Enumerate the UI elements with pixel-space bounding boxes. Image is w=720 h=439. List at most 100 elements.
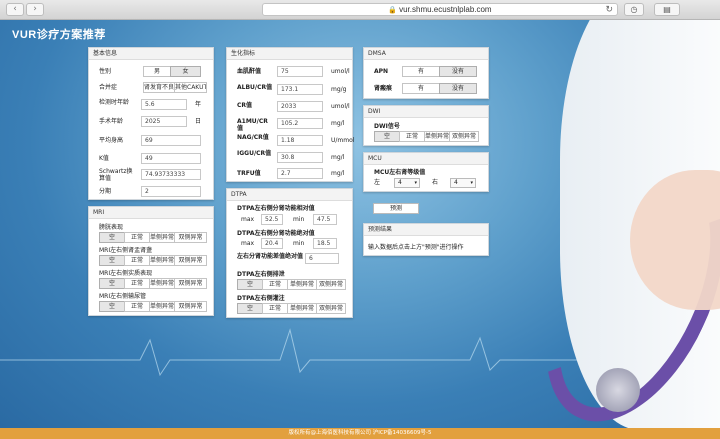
chevron-right-icon: › [33,4,37,14]
bio-input[interactable]: 105.2 [277,118,323,129]
address-bar[interactable]: 🔒 vur.shmu.ecustnlplab.com ↻ [262,3,618,16]
mcu-left-select[interactable]: 4 ▾ [394,178,420,188]
dtpa-abs-min-input[interactable]: 18.5 [313,238,337,249]
reload-icon[interactable]: ↻ [605,4,613,15]
url-text: vur.shmu.ecustnlplab.com [399,5,492,14]
bio-unit: umol/l [331,68,350,75]
forward-button[interactable]: › [26,3,44,16]
k-input[interactable]: 49 [141,153,201,164]
back-button[interactable]: ‹ [6,3,24,16]
option-empty[interactable]: 空 [99,255,125,266]
comorbid-option-cakut[interactable]: 其他CAKUT [174,82,207,93]
bio-label: CR值 [237,102,253,109]
stage-label: 分期 [99,188,112,195]
option-normal[interactable]: 正常 [262,279,288,290]
option-yes[interactable]: 有 [402,66,440,77]
bio-unit: U/mmol [331,137,355,144]
select-value: 4 [454,179,458,186]
bio-input[interactable]: 2033 [277,101,323,112]
mri-row-label: 膀胱表现 [99,224,124,231]
schwartz-input[interactable]: 74.93733333 [141,169,201,180]
bio-input[interactable]: 173.1 [277,84,323,95]
sex-option-male[interactable]: 男 [143,66,171,77]
panel-header: 生化指标 [227,48,352,60]
option-unilateral[interactable]: 单侧异常 [287,279,317,290]
bio-input[interactable]: 2.7 [277,168,323,179]
option-bilateral[interactable]: 双侧异常 [174,301,207,312]
mcu-right-select[interactable]: 4 ▾ [450,178,476,188]
mri-parenchyma-toggle: 空 正常 单侧异常 双侧异常 [99,278,207,289]
option-unilateral[interactable]: 单侧异常 [287,303,317,314]
result-panel: 预测结果 输入数据后点击上方"预测"进行操作 [363,223,489,256]
bio-input[interactable]: 1.18 [277,135,323,146]
max-label: max [241,216,255,223]
option-normal[interactable]: 正常 [399,131,425,142]
bio-unit: umol/l [331,103,350,110]
dtpa-fill-label: DTPA左右侧灌注 [237,295,285,302]
option-unilateral[interactable]: 单侧异常 [149,232,175,243]
history-button[interactable]: ◷ [624,3,644,16]
min-label: min [293,240,305,247]
option-unilateral[interactable]: 单侧异常 [149,278,175,289]
surgery-year-input[interactable]: 2025 [141,116,187,127]
dtpa-drain-toggle: 空 正常 单侧异常 双侧异常 [237,279,346,290]
option-empty[interactable]: 空 [374,131,400,142]
panel-header: 预测结果 [364,224,488,236]
dwi-signal-label: DWI信号 [374,123,400,130]
option-yes[interactable]: 有 [402,83,440,94]
bio-input[interactable]: 75 [277,66,323,77]
apn-toggle: 有 没有 [402,66,477,77]
option-bilateral[interactable]: 双侧异常 [316,303,346,314]
option-bilateral[interactable]: 双侧异常 [174,232,207,243]
option-empty[interactable]: 空 [99,278,125,289]
comorbid-option-dysplasia[interactable]: 肾发育不良 [143,82,175,93]
chevron-down-icon: ▾ [414,180,417,186]
schwartz-label: Schwartz换算值 [99,168,133,182]
mri-row-label: MRI左右侧输尿管 [99,293,147,300]
option-normal[interactable]: 正常 [124,232,150,243]
stage-input[interactable]: 2 [141,186,201,197]
dtpa-diff-input[interactable]: 6 [305,253,339,264]
mcu-left-label: 左 [374,179,381,186]
option-no[interactable]: 没有 [439,66,477,77]
print-button[interactable]: ▤ [654,3,680,16]
footer: 版权所有@上海佰医科技有限公司 沪ICP备14036609号-5 [0,428,720,439]
bio-label: IGGU/CR值 [237,150,272,157]
dtpa-func-min-input[interactable]: 47.5 [313,214,337,225]
panel-header: 基本信息 [89,48,213,60]
select-value: 4 [398,179,402,186]
age-label: 检测时年龄 [99,99,130,106]
bio-label: NAG/CR值 [237,134,269,141]
option-normal[interactable]: 正常 [124,255,150,266]
dtpa-func-max-input[interactable]: 52.5 [261,214,283,225]
option-normal[interactable]: 正常 [124,301,150,312]
option-empty[interactable]: 空 [99,301,125,312]
clock-icon: ◷ [630,5,638,14]
mcu-panel: MCU MCU左右肾等级值 左 4 ▾ 右 4 ▾ [363,152,489,192]
option-no[interactable]: 没有 [439,83,477,94]
predict-button[interactable]: 预测 [373,203,419,214]
option-normal[interactable]: 正常 [262,303,288,314]
bio-label: 血肌酐值 [237,68,262,75]
option-bilateral[interactable]: 双侧异常 [174,278,207,289]
option-bilateral[interactable]: 双侧异常 [174,255,207,266]
comorbid-toggle: 肾发育不良 其他CAKUT [143,82,207,93]
age-input[interactable]: 5.6 [141,99,187,110]
option-bilateral[interactable]: 双侧异常 [316,279,346,290]
option-unilateral[interactable]: 单侧异常 [149,255,175,266]
option-normal[interactable]: 正常 [124,278,150,289]
max-label: max [241,240,255,247]
app-title: VUR诊疗方案推荐 [12,29,106,41]
option-unilateral[interactable]: 单侧异常 [149,301,175,312]
panel-header: DTPA [227,189,352,201]
option-empty[interactable]: 空 [237,279,263,290]
sex-option-female[interactable]: 女 [170,66,201,77]
dtpa-abs-max-input[interactable]: 20.4 [261,238,283,249]
height-input[interactable]: 69 [141,135,201,146]
option-empty[interactable]: 空 [99,232,125,243]
dtpa-panel: DTPA DTPA左右侧分肾功能相对值 max 52.5 min 47.5 DT… [226,188,353,318]
option-empty[interactable]: 空 [237,303,263,314]
option-bilateral[interactable]: 双侧异常 [449,131,479,142]
bio-input[interactable]: 30.8 [277,152,323,163]
option-unilateral[interactable]: 单侧异常 [424,131,450,142]
